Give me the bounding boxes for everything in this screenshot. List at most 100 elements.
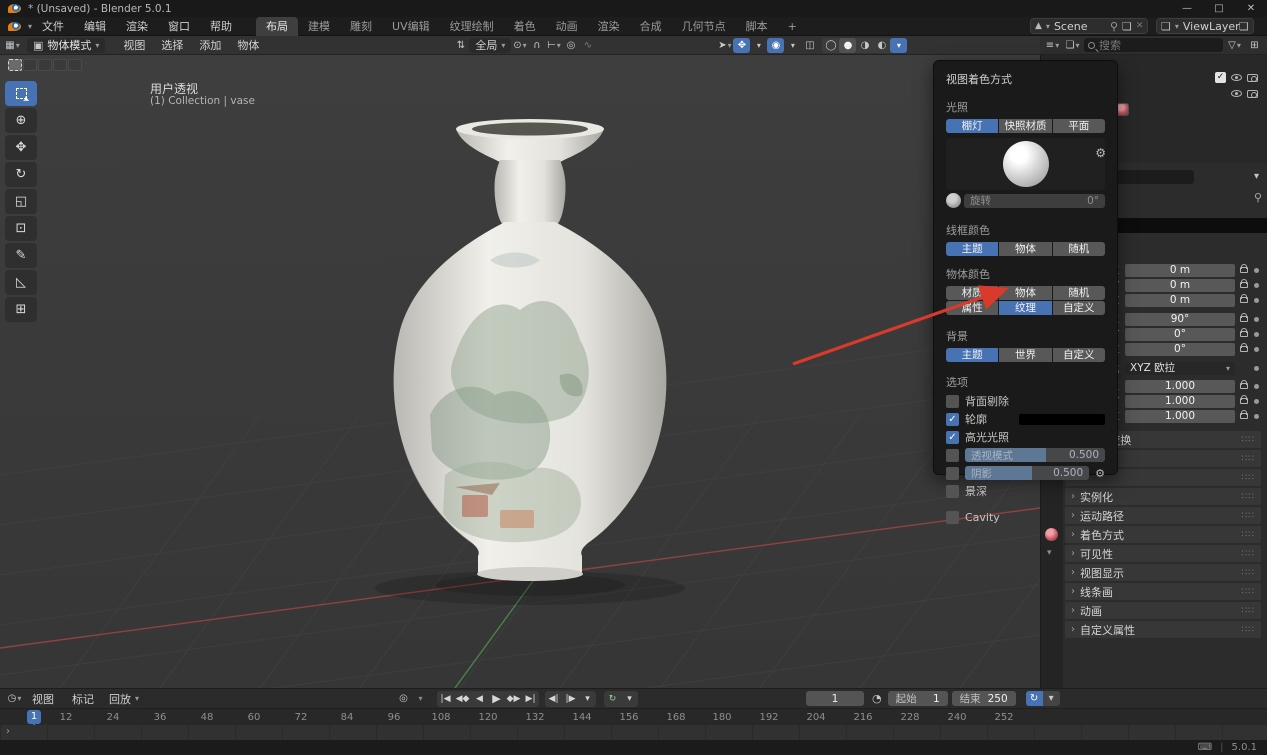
tool-add-cube[interactable]: ⊞ xyxy=(5,297,37,322)
animate-dot[interactable] xyxy=(1254,317,1259,322)
overlays-toggle[interactable]: ◉ xyxy=(767,38,784,53)
checkbox-unchecked[interactable] xyxy=(946,485,959,498)
bg-custom-button[interactable]: 自定义 xyxy=(1053,348,1105,362)
tab-texture-paint[interactable]: 纹理绘制 xyxy=(440,17,504,36)
tab-rendering[interactable]: 渲染 xyxy=(588,17,630,36)
animate-dot[interactable] xyxy=(1254,332,1259,337)
blender-menu-icon[interactable] xyxy=(8,22,21,31)
lighting-matcap-button[interactable]: 快照材质 xyxy=(999,119,1051,133)
gizmos-arrow[interactable]: ▾ xyxy=(750,38,767,53)
select-paint-icon[interactable] xyxy=(68,59,82,71)
pin-icon[interactable]: ⚲ xyxy=(1254,191,1262,204)
drag-handle-icon[interactable]: ∷∷ xyxy=(1242,549,1255,559)
menu-edit[interactable]: 编辑 xyxy=(74,18,116,34)
properties-options-arrow[interactable]: ▾ xyxy=(1248,169,1265,184)
color-random-button[interactable]: 随机 xyxy=(1053,286,1105,300)
playback-sync-toggle[interactable]: ↻ xyxy=(1026,691,1043,706)
sync-arrow[interactable]: ▾ xyxy=(1043,691,1060,706)
mode-selector[interactable]: ▣ 物体模式 ▾ xyxy=(27,38,105,53)
menu-window[interactable]: 窗口 xyxy=(158,18,200,34)
scene-selector[interactable]: ▲ ▾ Scene ⚲ ❏ ✕ xyxy=(1030,18,1148,34)
play-button[interactable]: ▶ xyxy=(488,692,505,705)
select-tweak-icon[interactable] xyxy=(8,59,22,71)
lock-icon[interactable] xyxy=(1240,346,1248,352)
menu-file[interactable]: 文件 xyxy=(32,18,74,34)
viewport-3d[interactable]: 用户透视 (1) Collection | vase ⊕ ✥ ↻ ◱ ⊡ ✎ ◺… xyxy=(0,55,1040,688)
color-texture-button[interactable]: 纹理 xyxy=(999,301,1051,315)
outliner-editor-button[interactable]: ≡ ▾ xyxy=(1044,38,1061,53)
jump-to-end-button[interactable]: ▶| xyxy=(522,694,539,704)
animate-dot[interactable] xyxy=(1254,366,1259,371)
color-custom-button[interactable]: 自定义 xyxy=(1053,301,1105,315)
location-z-input[interactable]: 0 m xyxy=(1125,294,1235,307)
snap-toggle[interactable]: ∩ xyxy=(528,38,545,53)
shading-solid-button[interactable]: ● xyxy=(839,38,856,53)
color-material-button[interactable]: 材质 xyxy=(946,286,998,300)
jump-to-start-button[interactable]: |◀ xyxy=(437,694,454,704)
matcap-sphere[interactable] xyxy=(1003,141,1049,187)
gizmos-toggle[interactable]: ✥ xyxy=(733,38,750,53)
lock-icon[interactable] xyxy=(1240,267,1248,273)
wire-random-button[interactable]: 随机 xyxy=(1053,242,1105,256)
drag-handle-icon[interactable]: ∷∷ xyxy=(1242,454,1255,464)
frame-step-arrow[interactable]: ▾ xyxy=(579,694,596,704)
shading-rendered-button[interactable]: ◐ xyxy=(873,38,890,53)
new-collection-button[interactable]: ⊞ xyxy=(1246,38,1263,53)
checkbox-unchecked[interactable] xyxy=(946,467,959,480)
tab-animation[interactable]: 动画 xyxy=(546,17,588,36)
xray-toggle[interactable]: ◫ xyxy=(801,38,818,53)
next-frame-button[interactable]: |▶ xyxy=(562,694,579,704)
animate-dot[interactable] xyxy=(1254,414,1259,419)
eye-icon[interactable] xyxy=(1231,90,1242,97)
world-rotation-icon[interactable] xyxy=(946,193,961,208)
next-keyframe-button[interactable]: ◆▶ xyxy=(505,694,522,704)
color-attribute-button[interactable]: 属性 xyxy=(946,301,998,315)
keying-arrow[interactable]: ▾ xyxy=(412,691,429,706)
summary-expand-icon[interactable]: › xyxy=(6,726,10,737)
wire-object-button[interactable]: 物体 xyxy=(999,242,1051,256)
drag-handle-icon[interactable]: ∷∷ xyxy=(1242,606,1255,616)
outliner-search-input[interactable]: 搜索 xyxy=(1084,38,1223,52)
menu-help[interactable]: 帮助 xyxy=(200,18,242,34)
pivot-point-button[interactable]: ⊙ ▾ xyxy=(511,38,528,53)
scale-z-input[interactable]: 1.000 xyxy=(1125,410,1235,423)
maximize-button[interactable]: □ xyxy=(1203,0,1235,17)
wire-theme-button[interactable]: 主题 xyxy=(946,242,998,256)
outliner-filter-button[interactable]: ▽ ▾ xyxy=(1226,38,1243,53)
timeline-editor-button[interactable]: ◷ ▾ xyxy=(6,691,23,706)
drag-handle-icon[interactable]: ∷∷ xyxy=(1242,625,1255,635)
rotation-mode-dropdown[interactable]: XYZ 欧拉 ▾ xyxy=(1125,362,1235,375)
pin-icon[interactable]: ⚲ xyxy=(1110,20,1118,33)
menu-object[interactable]: 物体 xyxy=(229,37,267,53)
start-frame-input[interactable]: 起始 1 xyxy=(888,691,948,706)
tab-compositing[interactable]: 合成 xyxy=(630,17,672,36)
tool-annotate[interactable]: ✎ xyxy=(5,243,37,268)
drag-handle-icon[interactable]: ∷∷ xyxy=(1242,492,1255,502)
transform-orientation-selector[interactable]: 全局 ▾ xyxy=(469,38,511,53)
viewlayer-name[interactable]: ViewLayer xyxy=(1183,20,1235,33)
lighting-flat-button[interactable]: 平面 xyxy=(1053,119,1105,133)
lock-icon[interactable] xyxy=(1240,331,1248,337)
select-circle-icon[interactable] xyxy=(38,59,52,71)
gear-icon[interactable]: ⚙ xyxy=(1095,467,1105,480)
lock-icon[interactable] xyxy=(1240,282,1248,288)
lock-icon[interactable] xyxy=(1240,383,1248,389)
unlink-scene-icon[interactable]: ✕ xyxy=(1136,21,1144,31)
tool-scale[interactable]: ◱ xyxy=(5,189,37,214)
editor-type-button[interactable]: ▦ ▾ xyxy=(4,38,21,53)
shadow-slider[interactable]: 阴影 0.500 xyxy=(965,466,1089,480)
rotation-z-input[interactable]: 0° xyxy=(1125,343,1235,356)
scene-name[interactable]: Scene xyxy=(1054,20,1106,33)
lighting-studio-button[interactable]: 棚灯 xyxy=(946,119,998,133)
shading-wireframe-button[interactable]: ◯ xyxy=(822,38,839,53)
viewlayer-selector[interactable]: ❏ ▾ ViewLayer ❏ xyxy=(1156,18,1254,34)
animate-dot[interactable] xyxy=(1254,298,1259,303)
current-frame-input[interactable]: 1 xyxy=(806,691,864,706)
checkbox-unchecked[interactable] xyxy=(946,395,959,408)
lock-icon[interactable] xyxy=(1240,297,1248,303)
tool-cursor[interactable]: ⊕ xyxy=(5,108,37,133)
drag-handle-icon[interactable]: ∷∷ xyxy=(1242,473,1255,483)
scale-x-input[interactable]: 1.000 xyxy=(1125,380,1235,393)
tab-sculpting[interactable]: 雕刻 xyxy=(340,17,382,36)
eye-icon[interactable] xyxy=(1231,74,1242,81)
